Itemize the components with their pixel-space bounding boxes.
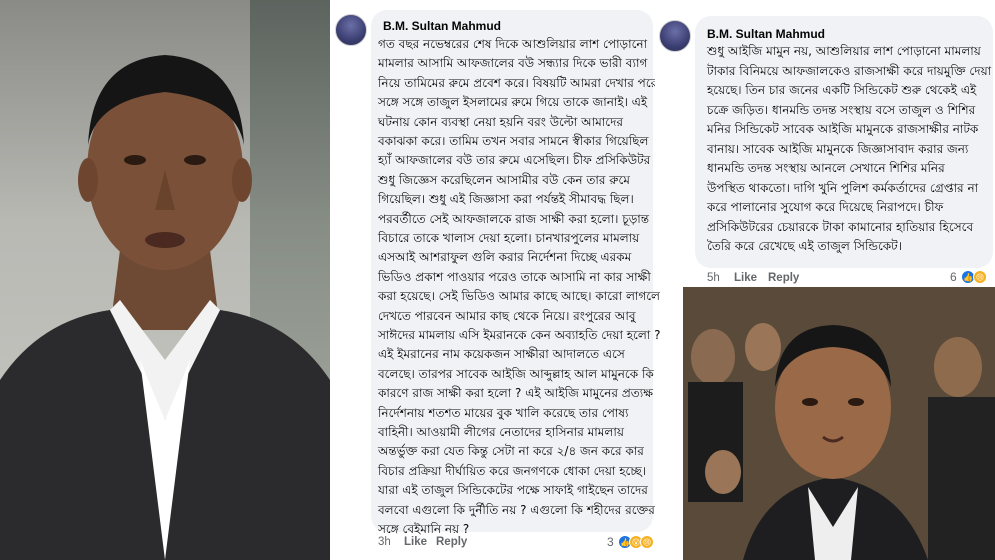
reply-button[interactable]: Reply [436,536,467,548]
comment-text-line: উপস্থিত থাকতো। দাগি খুনি পুলিশ কর্মকর্তা… [707,180,979,195]
comment-time[interactable]: 3h [378,536,391,548]
avatar[interactable] [335,14,367,46]
comment-text-line: বকাঝকা করে। তামিম তখন সবার সামনে স্বীকার… [378,134,649,148]
comment-text-line: হ্যাঁ আফজালের বউ তার রুমে এসেছিল। চীফ প্… [378,153,651,168]
comment-time[interactable]: 5h [707,272,720,284]
comment-text-line: বলবো এগুলো কি দুর্নীতি নয় ? এগুলো কি শহ… [378,502,655,517]
comment-text-line: দেখতে পারবেন আমার কাছ থেকে নিয়ে। রংপুরে… [378,308,636,323]
comment-text-line: পরবর্তীতে সেই আফজালকে রাজ সাক্ষী করা হলো… [378,211,650,226]
comment-text-line: বিচারে তাকে খালাস দেয়া হলো। চানখারপুলের… [378,231,640,245]
comment-author[interactable]: B.M. Sultan Mahmud [383,19,501,33]
comment-text-line: ধানমন্ডি তদন্ত সংস্থায় আনলে সেখানে শিশি… [707,161,945,175]
comment-text-line: হয়েছে। তিন চার জনের একটি সিন্ডিকেট শুরু… [707,83,977,97]
comment-text-line: সঙ্গে সঙ্গে তাজুল ইসলামের রুমে গিয়ে তাক… [378,95,648,110]
comment-text-line: এসআই আশরাফুল গুলি করার নির্দেশনা দিচ্ছে … [378,250,632,265]
comment-text-line: ভিডিও প্রকাশ পাওয়ার পরেও তাকে আসামি না … [378,269,651,284]
comment-text-line: প্রসিকিউটরের চেয়ারকে টাকা কামানোর হাতিয… [707,219,974,234]
comment-text-line: গত বছর নভেম্বরের শেষ দিকে আশুলিয়ার লাশ … [378,37,648,51]
comment-text-line: করা হয়েছে। সেই ভিডিও আমার কাছে আছে। কার… [378,289,661,304]
left-photo [0,0,330,560]
comment-text-line: বলেছে। তারপর সাবেক আইজি আব্দুল্লাহ আল মা… [378,366,654,381]
comment-text-line: এই ইমরানের নাম কয়েকজন সাক্ষীরা আদালতে এ… [378,347,625,362]
comment-text-line: তৈরি করে রেখেছে এই তাজুল সিন্ডিকেট। [707,239,903,253]
comment-text-line: শুধু আইজি মামুন নয়, আশুলিয়ার লাশ পোড়া… [707,44,981,58]
comment-text-line: করে পালানোর সুযোগ করে দিয়েছে নিরাপদে। চ… [707,200,944,214]
comment-text-line: সাঈদের মামলায় এসি ইমরানকে কেন অব্যাহতি … [378,328,661,342]
reply-button[interactable]: Reply [768,272,799,284]
comment-text-line: মামলার আসামি আফজালের বউ সন্ধ্যার দিকে ভা… [378,56,648,71]
comment-main: B.M. Sultan Mahmud গত বছর নভেম্বরের শেষ … [333,0,660,560]
like-button[interactable]: Like [404,536,427,548]
comment-text-line: ঘটনায় কোন ব্যবস্থা নেয়া হয়নি বরং উল্ট… [378,114,623,129]
man-portrait-image [0,55,330,560]
reaction-count[interactable]: 3 [607,535,614,549]
right-photo [683,287,995,560]
like-button[interactable]: Like [734,272,757,284]
comment-text-line: সঙ্গে বেইমানি নয় ? [378,522,470,536]
comment-text-line: কারণে রাজ সাক্ষী করা হলো ? এই আইজি মামুন… [378,386,653,401]
comment-text-line: নির্দেশনায় শতশত মায়ের বুক খালি করেছে ত… [378,405,629,420]
comment-text-line: চক্রে জড়িত। ধানমন্ডি তদন্ত সংস্থায় বসে… [707,102,976,117]
comment-text-line: টাকার বিনিময়ে আফজালকেও রাজসাক্ষী করে দা… [707,63,992,78]
comment-secondary: B.M. Sultan Mahmud শুধু আইজি মামুন নয়, … [655,0,995,287]
reaction-count[interactable]: 6 [950,270,957,284]
comment-text-line: গিয়েছিল। শুধু এই জিজ্ঞাসা করা পর্যন্তই … [378,192,634,207]
comment-text-line: নিয়ে তামিমের রুমে প্রবেশ করে। বিষয়টি আ… [378,75,658,90]
comment-text-line: অন্তর্ভুক্ত করা যেত কিন্তু সেটা না করে ২… [378,444,644,459]
man-photo-image [683,287,995,560]
comment-text-line: যারা এই তাজুল সিন্ডিকেটের পক্ষে সাফাই গা… [378,483,648,498]
comment-text-line: মনির সিন্ডিকেট সাবেক আইজি মামুনকে রাজসাক… [707,122,979,136]
comment-author[interactable]: B.M. Sultan Mahmud [707,27,825,41]
sad-reaction-icon: 😢 [973,270,987,284]
comment-text-line: বানায়। সাবেক আইজি মামুনকে জিজ্ঞাসাবাদ ক… [707,141,969,156]
avatar[interactable] [659,20,691,52]
comment-text-line: বাহিনী। আওয়ামী লীগের নেতাদের হাসিনার মা… [378,425,624,439]
comment-text-line: শুধু জিজ্ঞেস করেছিলেন আসামীর বউ কেন তার … [378,172,630,187]
comment-text-line: বিচার প্রক্রিয়া দীর্ঘায়িত করে জনগণকে ধ… [378,463,646,478]
sad-reaction-icon: 😢 [640,535,654,549]
